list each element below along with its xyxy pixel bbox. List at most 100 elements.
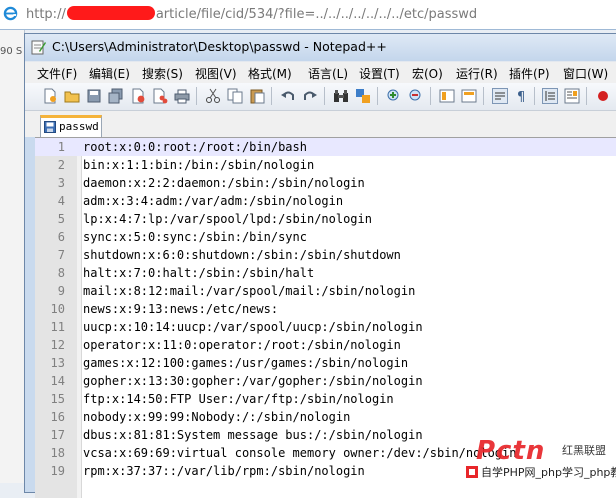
line-text: dbus:x:81:81:System message bus:/:/sbin/… — [83, 428, 423, 442]
line-number: 15 — [50, 392, 65, 406]
save-all-icon[interactable] — [108, 88, 124, 104]
line-text: ftp:x:14:50:FTP User:/var/ftp:/sbin/nolo… — [83, 392, 394, 406]
print-icon[interactable] — [174, 88, 190, 104]
editor-line[interactable]: 10 news:x:9:13:news:/etc/news: — [35, 300, 616, 318]
line-text: operator:x:11:0:operator:/root:/sbin/nol… — [83, 338, 401, 352]
toolbar-separator — [430, 87, 431, 105]
watermark: Pctn 红黑联盟 自学PHP网_php学习_php教 — [462, 434, 616, 483]
line-text: halt:x:7:0:halt:/sbin:/sbin/halt — [83, 266, 315, 280]
menu-plugins[interactable]: 插件(P) — [509, 65, 550, 82]
url-text[interactable]: http:// article/file/cid/534/?file=../../… — [26, 6, 477, 24]
editor-line[interactable]: 16 nobody:x:99:99:Nobody:/:/sbin/nologin — [35, 408, 616, 426]
line-number: 8 — [57, 266, 65, 280]
word-wrap-icon[interactable] — [492, 88, 508, 104]
background-window-text: 90 S — [0, 46, 23, 57]
toolbar-separator — [483, 87, 484, 105]
menu-format[interactable]: 格式(M) — [248, 65, 292, 82]
line-number: 12 — [50, 338, 65, 352]
toolbar-separator — [586, 87, 587, 105]
replace-icon[interactable] — [355, 88, 371, 104]
sync-horizontal-icon[interactable] — [461, 88, 477, 104]
toolbar: ¶ — [25, 83, 616, 111]
menu-run[interactable]: 运行(R) — [456, 65, 498, 82]
record-macro-icon[interactable] — [595, 88, 611, 104]
zoom-in-icon[interactable] — [386, 88, 402, 104]
tab-label: passwd — [59, 120, 99, 133]
sync-vertical-icon[interactable] — [439, 88, 455, 104]
zoom-out-icon[interactable] — [408, 88, 424, 104]
line-text: news:x:9:13:news:/etc/news: — [83, 302, 279, 316]
editor-line[interactable]: 7 shutdown:x:6:0:shutdown:/sbin:/sbin/shu… — [35, 246, 616, 264]
line-text: bin:x:1:1:bin:/bin:/sbin/nologin — [83, 158, 315, 172]
line-text: shutdown:x:6:0:shutdown:/sbin:/sbin/shut… — [83, 248, 401, 262]
line-text: sync:x:5:0:sync:/sbin:/bin/sync — [83, 230, 307, 244]
editor-line[interactable]: 6 sync:x:5:0:sync:/sbin:/bin/sync — [35, 228, 616, 246]
line-number: 14 — [50, 374, 65, 388]
paste-icon[interactable] — [249, 88, 265, 104]
address-bar[interactable]: http:// article/file/cid/534/?file=../../… — [0, 0, 616, 30]
tab-strip: passwd — [25, 111, 616, 137]
new-file-icon[interactable] — [42, 88, 58, 104]
menu-settings[interactable]: 设置(T) — [359, 65, 400, 82]
line-text: gopher:x:13:30:gopher:/var/gopher:/sbin/… — [83, 374, 423, 388]
watermark-banner-text: 自学PHP网_php学习_php教 — [481, 466, 616, 479]
url-prefix: http:// — [26, 7, 66, 22]
menu-edit[interactable]: 编辑(E) — [89, 65, 130, 82]
menu-macro[interactable]: 宏(O) — [412, 65, 443, 82]
editor-line[interactable]: 4 adm:x:3:4:adm:/var/adm:/sbin/nologin — [35, 192, 616, 210]
current-line[interactable]: 1 root:x:0:0:root:/root:/bin/bash — [35, 138, 616, 156]
editor-line[interactable]: 14 gopher:x:13:30:gopher:/var/gopher:/sbi… — [35, 372, 616, 390]
line-text: uucp:x:10:14:uucp:/var/spool/uucp:/sbin/… — [83, 320, 423, 334]
menu-window[interactable]: 窗口(W) — [563, 65, 608, 82]
open-file-icon[interactable] — [64, 88, 80, 104]
toolbar-separator — [196, 87, 197, 105]
editor-line[interactable]: 11 uucp:x:10:14:uucp:/var/spool/uucp:/sbi… — [35, 318, 616, 336]
undo-icon[interactable] — [280, 88, 296, 104]
square-logo-icon — [466, 466, 478, 478]
title-bar[interactable]: C:\Users\Administrator\Desktop\passwd - … — [25, 34, 616, 61]
menu-language[interactable]: 语言(L) — [308, 65, 348, 82]
menu-file[interactable]: 文件(F) — [37, 65, 77, 82]
document-map-icon[interactable] — [564, 88, 580, 104]
window-title: C:\Users\Administrator\Desktop\passwd - … — [52, 39, 387, 54]
close-icon[interactable] — [130, 88, 146, 104]
menu-view[interactable]: 视图(V) — [195, 65, 237, 82]
editor-line[interactable]: 5 lp:x:4:7:lp:/var/spool/lpd:/sbin/nologi… — [35, 210, 616, 228]
editor-line[interactable]: 13 games:x:12:100:games:/usr/games:/sbin/… — [35, 354, 616, 372]
line-number: 2 — [57, 158, 65, 172]
copy-icon[interactable] — [227, 88, 243, 104]
cut-icon[interactable] — [205, 88, 221, 104]
watermark-chinese-text: 红黑联盟 — [562, 444, 606, 457]
show-all-chars-icon[interactable]: ¶ — [514, 88, 530, 104]
redo-icon[interactable] — [302, 88, 318, 104]
close-all-icon[interactable] — [152, 88, 168, 104]
line-number: 3 — [57, 176, 65, 190]
editor-line[interactable]: 12 operator:x:11:0:operator:/root:/sbin/n… — [35, 336, 616, 354]
editor-line[interactable]: 9 mail:x:8:12:mail:/var/spool/mail:/sbin/… — [35, 282, 616, 300]
editor-line[interactable]: 3 daemon:x:2:2:daemon:/sbin:/sbin/nologin — [35, 174, 616, 192]
notepad-plus-plus-icon — [31, 40, 46, 55]
line-text: games:x:12:100:games:/usr/games:/sbin/no… — [83, 356, 409, 370]
editor-line[interactable]: 15 ftp:x:14:50:FTP User:/var/ftp:/sbin/no… — [35, 390, 616, 408]
indent-guide-icon[interactable] — [542, 88, 558, 104]
internet-explorer-icon — [3, 6, 18, 21]
toolbar-separator — [324, 87, 325, 105]
editor-line[interactable]: 8 halt:x:7:0:halt:/sbin:/sbin/halt — [35, 264, 616, 282]
line-number: 19 — [50, 464, 65, 478]
line-text: root:x:0:0:root:/root:/bin/bash — [83, 140, 307, 154]
line-number: 5 — [57, 212, 65, 226]
tab-passwd[interactable]: passwd — [40, 115, 102, 137]
line-number: 10 — [50, 302, 65, 316]
notepad-window[interactable]: C:\Users\Administrator\Desktop\passwd - … — [24, 33, 616, 498]
line-number: 13 — [50, 356, 65, 370]
find-icon[interactable] — [333, 88, 349, 104]
toolbar-separator — [271, 87, 272, 105]
save-icon[interactable] — [86, 88, 102, 104]
line-text: daemon:x:2:2:daemon:/sbin:/sbin/nologin — [83, 176, 365, 190]
line-text: adm:x:3:4:adm:/var/adm:/sbin/nologin — [83, 194, 344, 208]
menu-search[interactable]: 搜索(S) — [142, 65, 183, 82]
line-number: 6 — [57, 230, 65, 244]
editor-line[interactable]: 2 bin:x:1:1:bin:/bin:/sbin/nologin — [35, 156, 616, 174]
line-text: nobody:x:99:99:Nobody:/:/sbin/nologin — [83, 410, 351, 424]
line-text: mail:x:8:12:mail:/var/spool/mail:/sbin/n… — [83, 284, 416, 298]
